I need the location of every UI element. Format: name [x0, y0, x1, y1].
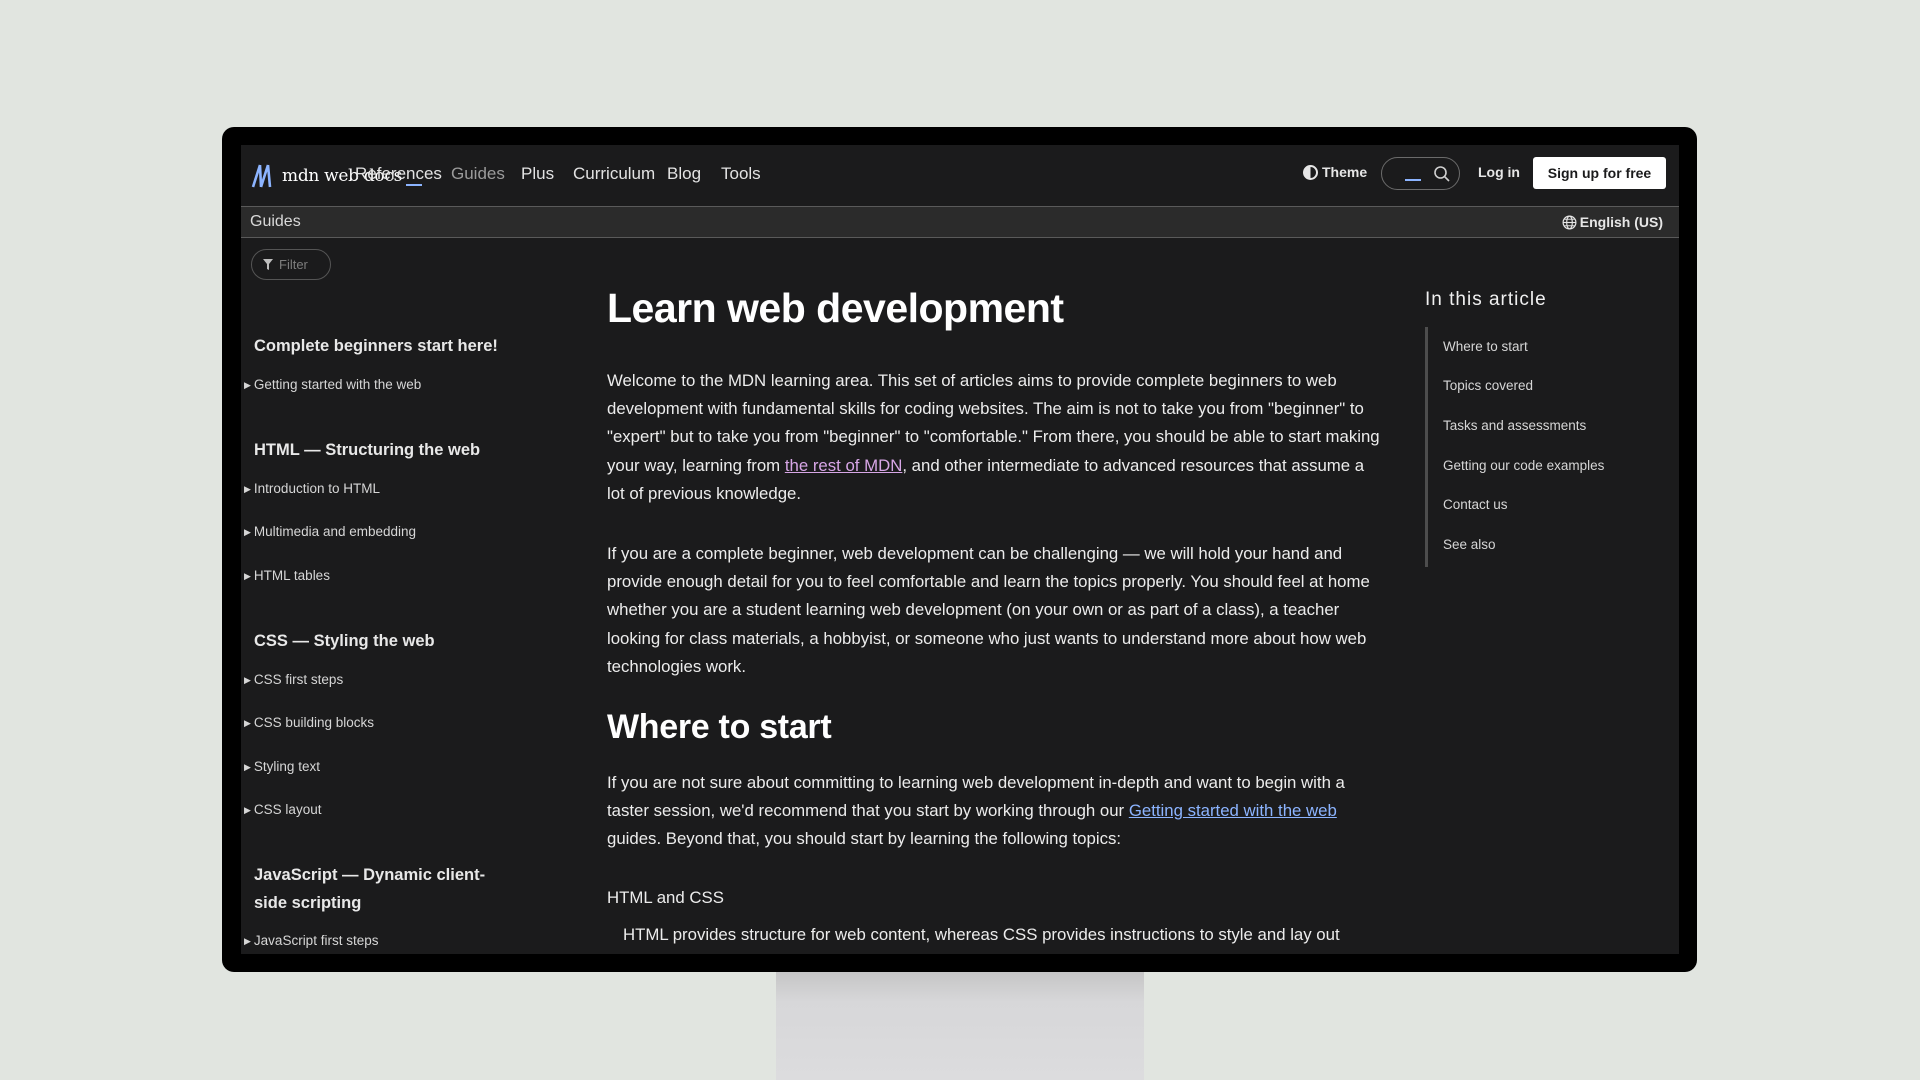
sidebar-item-label: CSS first steps	[253, 672, 344, 687]
expand-triangle-icon: ▶	[244, 571, 251, 581]
nav-guides[interactable]: Guides	[451, 163, 505, 185]
sidebar-item-label: CSS building blocks	[253, 715, 374, 730]
sidebar-heading-css: CSS — Styling the web	[254, 632, 435, 650]
sidebar-item-html-tables[interactable]: ▶ HTML tables	[244, 567, 330, 585]
search-text-cursor	[1405, 179, 1421, 181]
rest-of-mdn-link[interactable]: the rest of MDN	[785, 456, 903, 475]
nav-references[interactable]: References	[355, 163, 442, 185]
toc-item-code-examples[interactable]: Getting our code examples	[1443, 458, 1604, 473]
mdn-logo-icon	[251, 164, 272, 188]
sidebar-item-label: Multimedia and embedding	[253, 524, 417, 539]
expand-triangle-icon: ▶	[244, 675, 251, 685]
topic-term-html-css: HTML and CSS	[607, 888, 724, 907]
top-navigation: mdn web docs References Guides Plus Curr…	[241, 145, 1679, 205]
sidebar-item-label: JavaScript first steps	[253, 933, 379, 948]
toc-item-see-also[interactable]: See also	[1443, 537, 1496, 552]
nav-blog[interactable]: Blog	[667, 163, 701, 185]
signup-button[interactable]: Sign up for free	[1533, 157, 1666, 189]
sidebar-filter-input[interactable]: Filter	[251, 249, 331, 280]
theme-contrast-icon	[1303, 164, 1318, 180]
language-switcher[interactable]: English (US)	[1562, 214, 1663, 230]
sidebar-item-multimedia[interactable]: ▶ Multimedia and embedding	[244, 523, 416, 541]
toc-item-where-to-start[interactable]: Where to start	[1443, 339, 1528, 354]
sidebar-item-css-layout[interactable]: ▶ CSS layout	[244, 801, 321, 819]
expand-triangle-icon: ▶	[244, 762, 251, 772]
section-heading-where-to-start: Where to start	[607, 708, 832, 746]
search-input[interactable]	[1381, 157, 1460, 190]
sidebar-item-label: Introduction to HTML	[253, 481, 380, 496]
sidebar-heading-javascript: JavaScript — Dynamic client-side scripti…	[254, 866, 486, 912]
sidebar-item-styling-text[interactable]: ▶ Styling text	[244, 758, 320, 776]
filter-placeholder: Filter	[279, 257, 308, 272]
sidebar-item-label: HTML tables	[253, 568, 330, 583]
expand-triangle-icon: ▶	[244, 484, 251, 494]
nav-curriculum[interactable]: Curriculum	[573, 163, 655, 185]
sidebar-heading-html: HTML — Structuring the web	[254, 441, 481, 459]
theme-button[interactable]: Theme	[1303, 164, 1367, 180]
browser-screen: mdn web docs References Guides Plus Curr…	[241, 145, 1679, 954]
theme-label: Theme	[1322, 164, 1368, 180]
sidebar-heading-beginners: Complete beginners start here!	[254, 337, 498, 355]
sidebar-item-label: Getting started with the web	[253, 377, 422, 392]
paragraph-text: guides. Beyond that, you should start by…	[607, 829, 1122, 849]
sidebar-item-css-first-steps[interactable]: ▶ CSS first steps	[244, 671, 343, 689]
beginner-paragraph: If you are a complete beginner, web deve…	[607, 544, 1370, 676]
toc-heading: In this article	[1425, 289, 1547, 310]
nav-plus[interactable]: Plus	[521, 163, 554, 185]
language-label: English (US)	[1579, 214, 1663, 230]
sidebar-item-css-building-blocks[interactable]: ▶ CSS building blocks	[244, 714, 374, 732]
section-header: Guides English (US)	[241, 206, 1679, 238]
intro-paragraph: Welcome to the MDN learning area. This s…	[607, 367, 1382, 508]
toc-item-tasks-assessments[interactable]: Tasks and assessments	[1443, 418, 1586, 433]
article-title: Learn web development	[607, 285, 1064, 331]
expand-triangle-icon: ▶	[244, 380, 251, 390]
toc-item-contact-us[interactable]: Contact us	[1443, 497, 1508, 512]
section-title[interactable]: Guides	[250, 213, 301, 231]
nav-tools[interactable]: Tools	[721, 163, 761, 185]
toc-border	[1425, 327, 1428, 567]
topic-description: HTML provides structure for web content,…	[623, 925, 1340, 944]
sidebar-item-label: Styling text	[253, 759, 320, 774]
getting-started-link[interactable]: Getting started with the web	[1129, 801, 1337, 820]
where-to-start-paragraph: If you are not sure about committing to …	[607, 769, 1382, 854]
sidebar-item-js-first-steps[interactable]: ▶ JavaScript first steps	[244, 932, 378, 950]
sidebar-item-intro-html[interactable]: ▶ Introduction to HTML	[244, 480, 380, 498]
expand-triangle-icon: ▶	[244, 805, 251, 815]
expand-triangle-icon: ▶	[244, 718, 251, 728]
search-icon[interactable]	[1433, 165, 1451, 183]
toc-item-topics-covered[interactable]: Topics covered	[1443, 378, 1533, 393]
sidebar-item-getting-started[interactable]: ▶ Getting started with the web	[244, 376, 421, 394]
expand-triangle-icon: ▶	[244, 527, 251, 537]
login-link[interactable]: Log in	[1478, 164, 1520, 180]
expand-triangle-icon: ▶	[244, 936, 251, 946]
filter-icon	[263, 259, 273, 270]
monitor-stand	[776, 968, 1144, 1080]
globe-icon	[1562, 215, 1577, 229]
sidebar-item-label: CSS layout	[253, 802, 322, 817]
